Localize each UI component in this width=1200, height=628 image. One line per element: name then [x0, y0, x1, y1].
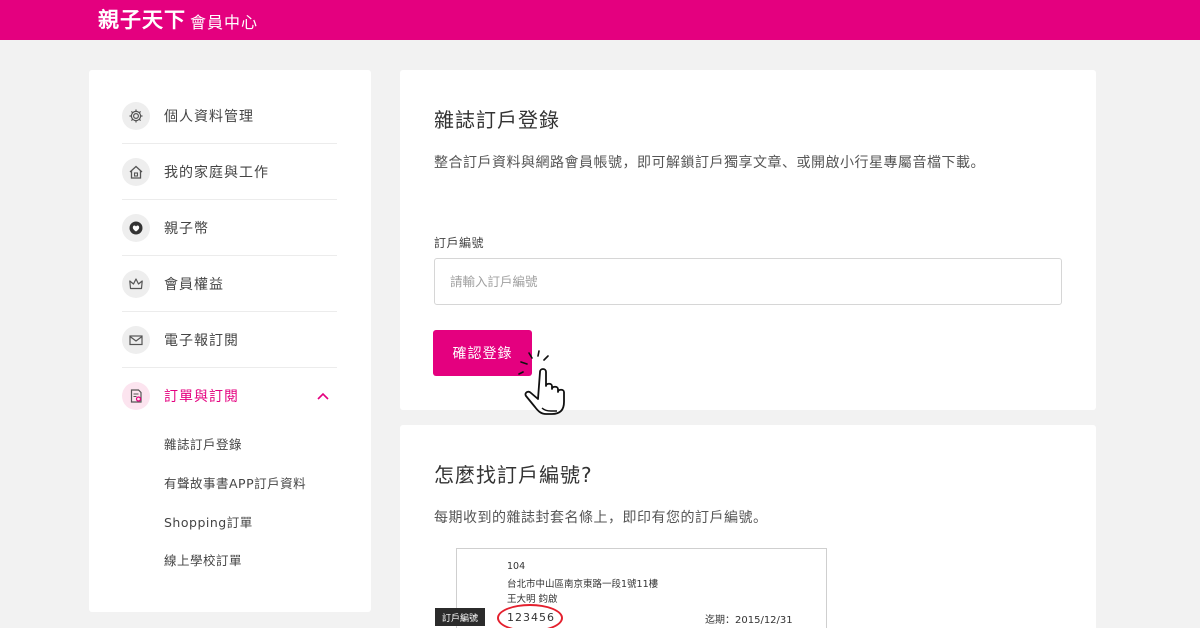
sidebar-item-orders[interactable]: 訂單與訂閱 — [122, 368, 337, 424]
sample-address: 台北市中山區南京東路一段1號11樓 — [507, 579, 659, 590]
sidebar-item-label: 個人資料管理 — [164, 108, 254, 125]
subscriber-number-tag: 訂戶編號 — [435, 608, 486, 626]
coin-icon — [122, 213, 150, 242]
sample-expiry-date: 迄期：2015/12/31 — [705, 615, 793, 626]
gear-icon — [122, 101, 150, 130]
sidebar-item-label: 會員權益 — [164, 276, 224, 293]
sidebar-subitem-shopping-orders[interactable]: Shopping訂單 — [164, 512, 253, 531]
sidebar-subitem-audiobook-app[interactable]: 有聲故事書APP訂戶資料 — [164, 473, 306, 492]
sidebar-subitem-online-school[interactable]: 線上學校訂單 — [164, 550, 242, 569]
crown-icon — [122, 269, 150, 298]
sidebar-item-coins[interactable]: 親子幣 — [122, 200, 337, 256]
chevron-up-icon[interactable] — [315, 388, 331, 404]
member-center-title[interactable]: 會員中心 — [190, 9, 258, 33]
sidebar-item-benefits[interactable]: 會員權益 — [122, 256, 337, 312]
sidebar-item-profile[interactable]: 個人資料管理 — [122, 88, 337, 144]
sample-recipient: 王大明 鈞啟 — [507, 594, 558, 605]
register-card: 雜誌訂戶登錄 整合訂戶資料與網路會員帳號，即可解鎖訂戶獨享文章、或開啟小行星專屬… — [400, 70, 1096, 415]
document-icon — [122, 382, 150, 410]
sidebar-item-label: 我的家庭與工作 — [164, 164, 269, 181]
help-description: 每期收到的雜誌封套名條上，即印有您的訂戶編號。 — [434, 510, 768, 526]
sample-postal-code: 104 — [507, 561, 526, 572]
pointer-hand-icon — [518, 350, 565, 415]
sidebar-item-newsletter[interactable]: 電子報訂閱 — [122, 312, 337, 368]
page-title: 雜誌訂戶登錄 — [434, 108, 560, 132]
house-icon — [122, 157, 150, 186]
sidebar-item-label: 親子幣 — [164, 220, 209, 237]
sidebar-item-label: 訂單與訂閱 — [164, 389, 239, 405]
sidebar-item-label: 電子報訂閱 — [164, 332, 239, 349]
help-title: 怎麼找訂戶編號? — [434, 463, 593, 487]
highlight-circle — [497, 604, 563, 628]
sidebar-subitem-magazine-register[interactable]: 雜誌訂戶登錄 — [164, 434, 242, 453]
mailing-label-sample: 104 台北市中山區南京東路一段1號11樓 王大明 鈞啟 訂戶編號 123456… — [435, 548, 827, 628]
register-description: 整合訂戶資料與網路會員帳號，即可解鎖訂戶獨享文章、或開啟小行星專屬音檔下載。 — [434, 155, 985, 171]
help-card: 怎麼找訂戶編號? 每期收到的雜誌封套名條上，即印有您的訂戶編號。 104 台北市… — [400, 425, 1096, 628]
mail-icon — [122, 325, 150, 354]
subscriber-number-label: 訂戶編號 — [434, 236, 485, 250]
subscriber-number-input[interactable] — [434, 258, 1062, 305]
sidebar: 個人資料管理 我的家庭與工作 親子幣 會員權益 電子報訂閱 訂單與訂閱 雜誌訂戶… — [89, 70, 371, 612]
top-header-bar: 親子天下 會員中心 — [0, 0, 1200, 40]
site-logo[interactable]: 親子天下 — [98, 4, 186, 34]
sidebar-item-family-work[interactable]: 我的家庭與工作 — [122, 144, 337, 200]
